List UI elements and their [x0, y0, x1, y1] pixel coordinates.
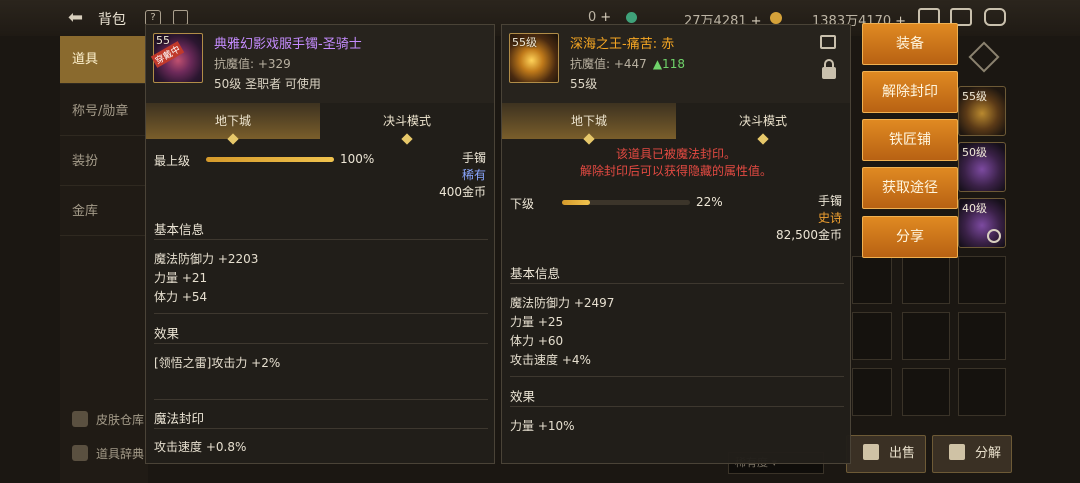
item-dictionary-link[interactable]: 道具辞典	[72, 445, 144, 462]
stat-line: 体力 +54	[154, 290, 208, 304]
mode-tabs: 地下城 决斗模式	[502, 103, 850, 145]
inventory-slot[interactable]	[902, 256, 950, 304]
divider	[154, 313, 488, 314]
item-requirements: 50级 圣职者 可使用	[214, 77, 321, 91]
tab-dungeon[interactable]: 地下城	[146, 103, 320, 145]
gem-icon	[626, 12, 637, 23]
tooltip-header: 55级 深海之王-痛苦: 赤 抗魔值: +447 ▲118 55级	[502, 25, 850, 103]
item-name: 深海之王-痛苦: 赤	[570, 37, 675, 52]
inventory-slot-item[interactable]: 55级	[958, 86, 1006, 136]
blacksmith-button[interactable]: 铁匠铺	[862, 119, 958, 161]
item-price: 82,500金币	[776, 228, 842, 242]
currency-ceras: 0 +	[588, 10, 612, 25]
skin-warehouse-link[interactable]: 皮肤仓库	[72, 411, 144, 428]
equipped-item-tooltip: 55 穿戴中 典雅幻影戏服手镯-圣骑士 抗魔值: +329 50级 圣职者 可使…	[145, 24, 495, 464]
share-button[interactable]: 分享	[862, 216, 958, 258]
inventory-slot-item[interactable]: 40级	[958, 198, 1006, 248]
resist-diff: ▲118	[652, 57, 685, 71]
inventory-slot[interactable]	[852, 312, 892, 360]
inventory-slot[interactable]	[958, 368, 1006, 416]
stat-line: 力量 +25	[510, 315, 564, 329]
item-type-block: 手镯 史诗 82,500金币	[776, 193, 842, 244]
grade-percent: 22%	[696, 195, 723, 209]
mode-tabs: 地下城 决斗模式	[146, 103, 494, 145]
divider	[154, 343, 488, 344]
bracelet-item-icon: 55级	[509, 33, 559, 83]
decompose-icon	[949, 444, 965, 460]
sidebar-item-titles[interactable]: 称号/勋章	[60, 88, 148, 136]
item-requirements: 55级	[570, 77, 598, 91]
inventory-slot-item[interactable]: 50级	[958, 142, 1006, 192]
dictionary-icon	[72, 445, 88, 461]
divider	[510, 283, 844, 284]
magic-seal-title: 魔法封印	[154, 411, 205, 426]
magic-resist: 抗魔值: +447 ▲118	[570, 57, 685, 71]
divider	[154, 399, 488, 400]
effect-line: 力量 +10%	[510, 419, 575, 433]
sidebar-item-costumes[interactable]: 装扮	[60, 138, 148, 186]
tab-duel[interactable]: 决斗模式	[320, 103, 494, 145]
back-arrow-icon[interactable]: ⬅	[68, 7, 83, 28]
sell-button[interactable]: 出售	[846, 435, 926, 473]
effect-title: 效果	[510, 389, 536, 404]
basic-info-title: 基本信息	[510, 266, 561, 281]
page-title: 背包	[98, 12, 126, 28]
grade-percent: 100%	[340, 152, 375, 166]
item-price: 400金币	[439, 185, 486, 199]
item-type: 手镯	[461, 151, 486, 165]
stat-line: 魔法防御力 +2203	[154, 252, 259, 266]
unusable-icon	[987, 229, 1001, 243]
sell-icon	[863, 444, 879, 460]
chat-icon[interactable]	[984, 8, 1006, 26]
item-type-block: 手镯 稀有 400金币	[439, 150, 486, 201]
tooltip-header: 55 穿戴中 典雅幻影戏服手镯-圣骑士 抗魔值: +329 50级 圣职者 可使…	[146, 25, 494, 103]
bracelet-item-icon: 55 穿戴中	[150, 33, 203, 83]
grade-label: 最上级	[154, 154, 191, 168]
divider	[154, 239, 488, 240]
effect-line: [领悟之雷]攻击力 +2%	[154, 356, 281, 370]
calendar-icon[interactable]	[173, 10, 188, 25]
tab-duel[interactable]: 决斗模式	[676, 103, 850, 145]
lock-icon[interactable]	[822, 59, 836, 79]
basic-info-title: 基本信息	[154, 222, 205, 237]
inventory-slot[interactable]	[852, 256, 892, 304]
inventory-slot[interactable]	[852, 368, 892, 416]
stat-line: 体力 +60	[510, 334, 564, 348]
stat-line: 力量 +21	[154, 271, 208, 285]
inventory-slot[interactable]	[958, 256, 1006, 304]
effect-title: 效果	[154, 326, 180, 341]
inventory-slot[interactable]	[902, 312, 950, 360]
gold-coin-icon	[770, 12, 782, 24]
share-icon[interactable]	[820, 35, 836, 49]
item-type: 手镯	[817, 194, 842, 208]
item-rarity: 稀有	[461, 168, 486, 182]
stat-line: 魔法防御力 +2497	[510, 296, 615, 310]
sidebar-item-vault[interactable]: 金库	[60, 188, 148, 236]
equip-button[interactable]: 装备	[862, 23, 958, 65]
wardrobe-icon	[72, 411, 88, 427]
sidebar-item-items[interactable]: 道具	[60, 36, 148, 84]
grade-bar	[206, 157, 334, 162]
grade-bar	[562, 200, 690, 205]
acquire-route-button[interactable]: 获取途径	[862, 167, 958, 209]
stat-line: 攻击速度 +4%	[510, 353, 591, 367]
grade-label: 下级	[510, 197, 535, 211]
divider	[154, 428, 488, 429]
inventory-slot[interactable]	[902, 368, 950, 416]
magic-resist: 抗魔值: +329	[214, 57, 291, 71]
seal-warning: 该道具已被魔法封印。 解除封印后可以获得隐藏的属性值。	[579, 147, 772, 178]
tab-dungeon[interactable]: 地下城	[502, 103, 676, 145]
seal-stat-line: 攻击速度 +0.8%	[154, 440, 247, 454]
divider	[510, 376, 844, 377]
selected-item-tooltip: 55级 深海之王-痛苦: 赤 抗魔值: +447 ▲118 55级 地下城 决斗模…	[501, 24, 851, 464]
inventory-slot[interactable]	[958, 312, 1006, 360]
item-rarity: 史诗	[817, 211, 842, 225]
divider	[510, 406, 844, 407]
decompose-button[interactable]: 分解	[932, 435, 1012, 473]
unseal-button[interactable]: 解除封印	[862, 71, 958, 113]
favorite-icon[interactable]	[968, 41, 1000, 73]
item-name: 典雅幻影戏服手镯-圣骑士	[214, 37, 362, 52]
